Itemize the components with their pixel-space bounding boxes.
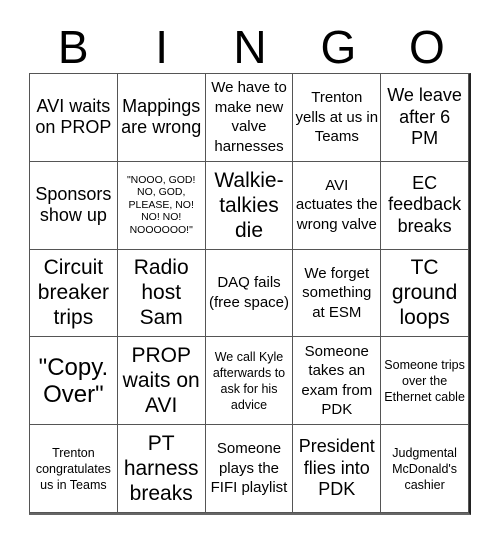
bingo-cell-text: Mappings are wrong (121, 95, 202, 138)
bingo-cell-i3[interactable]: Radio host Sam (117, 249, 206, 338)
bingo-cell-o1[interactable]: We leave after 6 PM (381, 74, 469, 162)
bingo-cell-text: "NOOO, GOD! NO, GOD, PLEASE, NO! NO! NO!… (126, 173, 196, 236)
header-letter-i: I (155, 21, 168, 73)
bingo-cell-n1[interactable]: We have to make new valve harnesses (205, 74, 294, 162)
bingo-cell-text: AVI waits on PROP (35, 95, 112, 138)
bingo-cell-n3[interactable]: DAQ fails (free space) (205, 249, 294, 338)
bingo-cell-b4[interactable]: "Copy. Over" (30, 337, 118, 426)
bingo-cell-text: Trenton yells at us in Teams (295, 89, 379, 146)
bingo-cell-text: "Copy. Over" (38, 353, 109, 408)
bingo-cell-o3[interactable]: TC ground loops (381, 249, 469, 338)
bingo-cell-g2[interactable]: AVI actuates the wrong valve (293, 161, 382, 250)
bingo-cell-n4[interactable]: We call Kyle afterwards to ask for his a… (205, 337, 294, 426)
bingo-cell-text: Radio host Sam (133, 256, 189, 330)
bingo-cell-o4[interactable]: Someone trips over the Ethernet cable (381, 337, 469, 426)
bingo-cell-text: DAQ fails (free space) (208, 274, 290, 311)
bingo-cell-text: Walkie-talkies die (214, 168, 284, 242)
bingo-cell-g3[interactable]: We forget something at ESM (293, 249, 382, 338)
bingo-cell-text: PROP waits on AVI (122, 344, 200, 418)
bingo-cell-text: Someone takes an exam from PDK (301, 342, 373, 419)
header-letter-n: N (233, 21, 267, 73)
bingo-cell-text: Judgmental McDonald's cashier (392, 445, 458, 492)
bingo-cell-b5[interactable]: Trenton congratulates us in Teams (30, 425, 118, 513)
bingo-cell-text: EC feedback breaks (388, 172, 462, 236)
bingo-cell-i5[interactable]: PT harness breaks (117, 425, 206, 513)
bingo-cell-o2[interactable]: EC feedback breaks (381, 161, 469, 250)
bingo-cell-text: Sponsors show up (35, 183, 112, 226)
bingo-cell-text: PT harness breaks (123, 432, 199, 506)
bingo-cell-n5[interactable]: Someone plays the FIFI playlist (205, 425, 294, 513)
bingo-cell-text: TC ground loops (391, 256, 458, 330)
bingo-header: B I N G O (29, 22, 471, 72)
bingo-cell-b2[interactable]: Sponsors show up (30, 161, 118, 250)
bingo-card-grid: AVI waits on PROP Mappings are wrong We ha… (29, 73, 471, 515)
bingo-cell-text: We leave after 6 PM (387, 85, 462, 149)
bingo-cell-i2[interactable]: "NOOO, GOD! NO, GOD, PLEASE, NO! NO! NO!… (117, 161, 206, 250)
bingo-cell-o5[interactable]: Judgmental McDonald's cashier (381, 425, 469, 513)
bingo-cell-i4[interactable]: PROP waits on AVI (117, 337, 206, 426)
header-letter-g: G (320, 21, 357, 73)
bingo-cell-n2[interactable]: Walkie-talkies die (205, 161, 294, 250)
bingo-cell-text: President flies into PDK (298, 436, 375, 500)
bingo-cell-text: Someone trips over the Ethernet cable (384, 357, 465, 404)
bingo-cell-text: We forget something at ESM (302, 264, 372, 321)
bingo-cell-text: Trenton congratulates us in Teams (35, 445, 111, 492)
header-letter-o: O (408, 21, 445, 73)
bingo-cell-text: Circuit breaker trips (37, 256, 109, 330)
bingo-cell-g5[interactable]: President flies into PDK (293, 425, 382, 513)
bingo-cell-b3[interactable]: Circuit breaker trips (30, 249, 118, 338)
bingo-cell-text: Someone plays the FIFI playlist (210, 440, 288, 497)
bingo-cell-text: We call Kyle afterwards to ask for his a… (212, 349, 286, 412)
bingo-cell-text: We have to make new valve harnesses (211, 79, 287, 155)
bingo-cell-g4[interactable]: Someone takes an exam from PDK (293, 337, 382, 426)
bingo-cell-g1[interactable]: Trenton yells at us in Teams (293, 74, 382, 162)
header-letter-b: B (57, 21, 89, 73)
bingo-cell-b1[interactable]: AVI waits on PROP (30, 74, 118, 162)
bingo-cell-i1[interactable]: Mappings are wrong (117, 74, 206, 162)
bingo-cell-text: AVI actuates the wrong valve (295, 176, 378, 233)
